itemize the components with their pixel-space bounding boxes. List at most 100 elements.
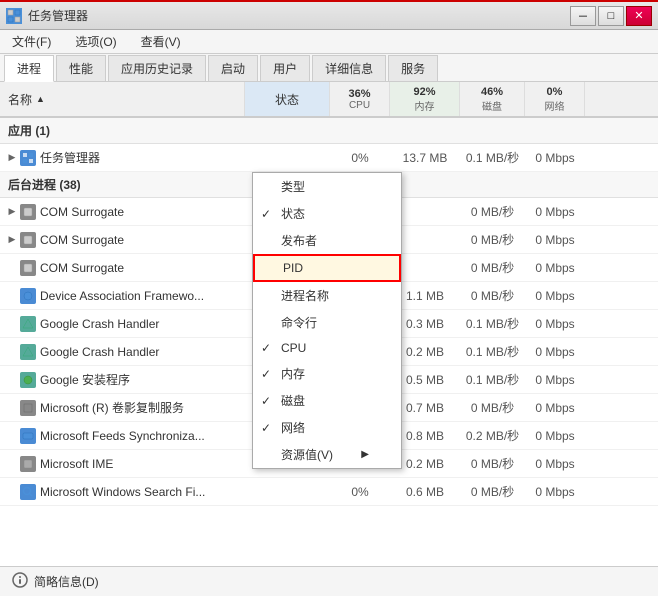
tab-performance[interactable]: 性能 bbox=[56, 55, 106, 81]
header-memory[interactable]: 92% 内存 bbox=[390, 82, 460, 116]
header-cpu[interactable]: 36% CPU bbox=[330, 82, 390, 116]
process-name: Google Crash Handler bbox=[40, 317, 245, 331]
tab-processes[interactable]: 进程 bbox=[4, 55, 54, 82]
table-header: 名称 ▲ 状态 36% CPU 92% 内存 46% 磁盘 0% 网络 bbox=[0, 82, 658, 118]
table-row[interactable]: ▶ 任务管理器 0% 13.7 MB 0.1 MB/秒 0 Mbps bbox=[0, 144, 658, 172]
context-menu: 类型 ✓ 状态 发布者 PID 进程名称 命令行 ✓ CPU ✓ 内存 bbox=[252, 172, 402, 469]
process-disk: 0 MB/秒 bbox=[460, 455, 525, 472]
process-icon bbox=[20, 484, 36, 500]
process-disk: 0.1 MB/秒 bbox=[460, 315, 525, 332]
tab-app-history[interactable]: 应用历史记录 bbox=[108, 55, 206, 81]
process-network: 0 Mbps bbox=[525, 289, 585, 303]
title-bar-left: 任务管理器 bbox=[6, 7, 88, 24]
group-apps-header: 应用 (1) bbox=[0, 118, 658, 144]
process-icon bbox=[20, 372, 36, 388]
process-name: Microsoft IME bbox=[40, 457, 245, 471]
menu-file[interactable]: 文件(F) bbox=[8, 31, 55, 52]
process-memory: 0.6 MB bbox=[390, 485, 460, 499]
process-name: Microsoft Windows Search Fi... bbox=[40, 485, 245, 499]
process-network: 0 Mbps bbox=[525, 261, 585, 275]
tab-services[interactable]: 服务 bbox=[388, 55, 438, 81]
header-disk[interactable]: 46% 磁盘 bbox=[460, 82, 525, 116]
ctx-item-publisher[interactable]: 发布者 bbox=[253, 227, 401, 254]
process-name: Microsoft Feeds Synchroniza... bbox=[40, 429, 245, 443]
checkmark-icon: ✓ bbox=[261, 394, 271, 408]
process-icon bbox=[20, 150, 36, 166]
submenu-arrow-icon: ▶ bbox=[361, 449, 369, 460]
process-network: 0 Mbps bbox=[525, 429, 585, 443]
title-bar: 任务管理器 － □ ✕ bbox=[0, 0, 658, 30]
process-memory: 13.7 MB bbox=[390, 151, 460, 165]
tab-bar: 进程 性能 应用历史记录 启动 用户 详细信息 服务 bbox=[0, 54, 658, 82]
process-disk: 0.2 MB/秒 bbox=[460, 427, 525, 444]
checkmark-icon: ✓ bbox=[261, 341, 271, 355]
process-disk: 0 MB/秒 bbox=[460, 259, 525, 276]
process-disk: 0.1 MB/秒 bbox=[460, 371, 525, 388]
tab-startup[interactable]: 启动 bbox=[208, 55, 258, 81]
menu-bar: 文件(F) 选项(O) 查看(V) bbox=[0, 30, 658, 54]
process-disk: 0 MB/秒 bbox=[460, 287, 525, 304]
process-name: COM Surrogate bbox=[40, 261, 245, 275]
tab-details[interactable]: 详细信息 bbox=[312, 55, 386, 81]
header-name[interactable]: 名称 ▲ bbox=[0, 82, 245, 116]
restore-button[interactable]: □ bbox=[598, 6, 624, 26]
process-cpu: 0% bbox=[330, 485, 390, 499]
ctx-item-network[interactable]: ✓ 网络 bbox=[253, 414, 401, 441]
process-disk: 0 MB/秒 bbox=[460, 483, 525, 500]
process-network: 0 Mbps bbox=[525, 373, 585, 387]
expand-icon[interactable]: ▶ bbox=[4, 206, 20, 217]
close-button[interactable]: ✕ bbox=[626, 6, 652, 26]
window-controls: － □ ✕ bbox=[570, 6, 652, 26]
process-disk: 0.1 MB/秒 bbox=[460, 343, 525, 360]
process-disk: 0 MB/秒 bbox=[460, 399, 525, 416]
expand-icon[interactable]: ▶ bbox=[4, 152, 20, 163]
ctx-item-cmdline[interactable]: 命令行 bbox=[253, 309, 401, 336]
process-network: 0 Mbps bbox=[525, 205, 585, 219]
process-network: 0 Mbps bbox=[525, 401, 585, 415]
process-disk: 0 MB/秒 bbox=[460, 231, 525, 248]
ctx-item-disk[interactable]: ✓ 磁盘 bbox=[253, 387, 401, 414]
process-icon bbox=[20, 456, 36, 472]
table-row[interactable]: Microsoft Windows Search Fi... 0% 0.6 MB… bbox=[0, 478, 658, 506]
process-icon bbox=[20, 260, 36, 276]
ctx-item-cpu[interactable]: ✓ CPU bbox=[253, 336, 401, 360]
process-network: 0 Mbps bbox=[525, 233, 585, 247]
process-disk: 0 MB/秒 bbox=[460, 203, 525, 220]
header-scrollbar-spacer bbox=[585, 82, 599, 116]
ctx-item-resources[interactable]: 资源值(V) ▶ bbox=[253, 441, 401, 468]
process-network: 0 Mbps bbox=[525, 485, 585, 499]
main-content: 名称 ▲ 状态 36% CPU 92% 内存 46% 磁盘 0% 网络 应用 (… bbox=[0, 82, 658, 566]
process-network: 0 Mbps bbox=[525, 457, 585, 471]
expand-icon[interactable]: ▶ bbox=[4, 234, 20, 245]
process-network: 0 Mbps bbox=[525, 317, 585, 331]
ctx-item-type[interactable]: 类型 bbox=[253, 173, 401, 200]
ctx-item-memory[interactable]: ✓ 内存 bbox=[253, 360, 401, 387]
app-icon bbox=[6, 8, 22, 24]
ctx-item-status[interactable]: ✓ 状态 bbox=[253, 200, 401, 227]
tab-users[interactable]: 用户 bbox=[260, 55, 310, 81]
status-text[interactable]: 简略信息(D) bbox=[34, 573, 99, 590]
minimize-button[interactable]: － bbox=[570, 6, 596, 26]
ctx-item-processname[interactable]: 进程名称 bbox=[253, 282, 401, 309]
checkmark-icon: ✓ bbox=[261, 421, 271, 435]
process-icon bbox=[20, 232, 36, 248]
menu-view[interactable]: 查看(V) bbox=[137, 31, 185, 52]
process-icon bbox=[20, 344, 36, 360]
header-status[interactable]: 状态 bbox=[245, 82, 330, 116]
process-icon bbox=[20, 316, 36, 332]
menu-options[interactable]: 选项(O) bbox=[71, 31, 120, 52]
process-icon bbox=[20, 288, 36, 304]
ctx-item-pid[interactable]: PID bbox=[253, 254, 401, 282]
sort-arrow-icon: ▲ bbox=[36, 94, 45, 104]
process-disk: 0.1 MB/秒 bbox=[460, 149, 525, 166]
process-name: COM Surrogate bbox=[40, 205, 245, 219]
process-name: COM Surrogate bbox=[40, 233, 245, 247]
process-name: 任务管理器 bbox=[40, 149, 245, 166]
process-icon bbox=[20, 428, 36, 444]
info-icon bbox=[12, 572, 28, 591]
header-network[interactable]: 0% 网络 bbox=[525, 82, 585, 116]
process-network: 0 Mbps bbox=[525, 151, 585, 165]
process-name: Device Association Framewo... bbox=[40, 289, 245, 303]
process-name: Google 安装程序 bbox=[40, 371, 245, 388]
status-bar: 简略信息(D) bbox=[0, 566, 658, 596]
